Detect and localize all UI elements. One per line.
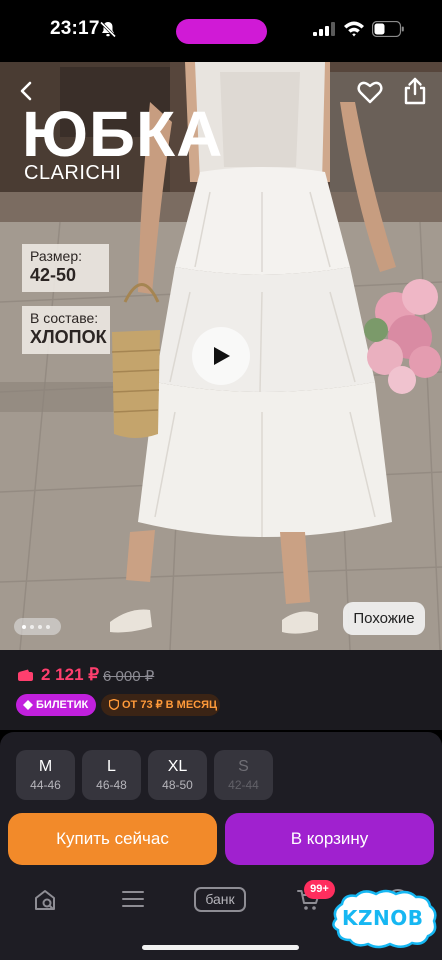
gallery-dot (22, 625, 26, 629)
price-section: 2 121 ₽ 6 000 ₽ БИЛЕТИК ОТ 73 ₽ В МЕСЯЦ (0, 650, 442, 730)
product-title: ЮБКА (22, 98, 224, 170)
wifi-icon (344, 21, 364, 37)
size-option-range: 48-50 (162, 778, 193, 792)
ticket-badge[interactable]: БИЛЕТИК (16, 694, 96, 716)
wallet-icon (18, 669, 33, 681)
size-option-m[interactable]: M 44-46 (16, 750, 75, 800)
size-option-label: S (238, 758, 249, 775)
ticket-icon (23, 700, 33, 710)
size-option-range: 44-46 (30, 778, 61, 792)
size-option-xl[interactable]: XL 48-50 (148, 750, 207, 800)
composition-info-value: ХЛОПОК (30, 327, 107, 347)
similar-button[interactable]: Похожие (343, 602, 425, 635)
shield-icon (109, 699, 119, 710)
gallery-dot (38, 625, 42, 629)
home-indicator (142, 945, 299, 950)
bank-tab[interactable]: банк (194, 887, 246, 912)
size-info-box: Размер: 42-50 (22, 244, 109, 292)
current-price: 2 121 ₽ (41, 665, 100, 684)
size-option-label: M (38, 758, 53, 775)
home-search-icon[interactable] (33, 888, 57, 912)
size-option-l[interactable]: L 46-48 (82, 750, 141, 800)
status-bar: 23:17 (0, 0, 442, 62)
battery-icon (372, 21, 404, 37)
menu-icon[interactable] (122, 890, 144, 908)
add-to-cart-button[interactable]: В корзину (225, 813, 434, 865)
size-option-range: 42-44 (228, 778, 259, 792)
ticket-badge-label: БИЛЕТИК (36, 699, 89, 711)
installment-badge-label: ОТ 73 ₽ В МЕСЯЦ (122, 699, 218, 711)
installment-badge[interactable]: ОТ 73 ₽ В МЕСЯЦ (101, 694, 220, 716)
share-icon[interactable] (403, 77, 427, 105)
size-option-range: 46-48 (96, 778, 127, 792)
gallery-pagination[interactable] (14, 618, 61, 635)
buy-now-button[interactable]: Купить сейчас (8, 813, 217, 865)
dynamic-island (176, 19, 267, 44)
signal-icon (313, 22, 335, 36)
composition-info-box: В составе: ХЛОПОК (22, 306, 110, 354)
play-video-button[interactable] (192, 327, 250, 385)
product-gallery[interactable]: ЮБКА CLARICHI Размер: 42-50 В составе: Х… (0, 62, 442, 650)
composition-info-label: В составе: (30, 310, 99, 326)
product-brand: CLARICHI (24, 162, 122, 184)
gallery-dot (30, 625, 34, 629)
status-time: 23:17 (50, 18, 100, 39)
size-option-label: XL (167, 758, 188, 775)
watermark-text: KZNOB (342, 906, 424, 930)
size-option-s[interactable]: S 42-44 (214, 750, 273, 800)
size-option-label: L (107, 758, 116, 775)
size-info-value: 42-50 (30, 265, 77, 285)
bell-slash-icon (99, 21, 117, 38)
size-info-label: Размер: (30, 248, 83, 264)
favorite-heart-icon[interactable] (356, 78, 384, 106)
gallery-dot (46, 625, 50, 629)
old-price: 6 000 ₽ (103, 668, 155, 685)
play-icon (214, 347, 230, 365)
